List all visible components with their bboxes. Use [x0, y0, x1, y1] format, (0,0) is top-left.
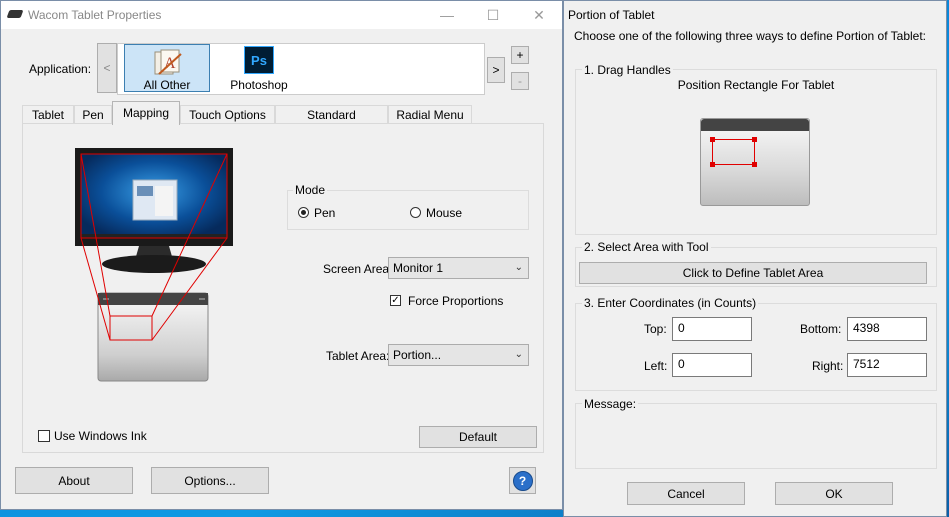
portion-of-tablet-dialog: Portion of Tablet Choose one of the foll… [563, 0, 947, 517]
drag-handle[interactable] [710, 162, 715, 167]
pen-radio-button[interactable] [298, 207, 309, 218]
force-proportions-checkbox[interactable]: ✓ [390, 295, 401, 306]
drag-handle[interactable] [710, 137, 715, 142]
left-input[interactable]: 0 [672, 353, 752, 377]
bottom-label: Bottom: [800, 322, 842, 336]
tab-pen[interactable]: Pen [74, 105, 112, 124]
photoshop-icon: Ps [244, 46, 274, 74]
cancel-button[interactable]: Cancel [627, 482, 745, 505]
tablet-area-value: Portion... [393, 348, 442, 362]
maximize-button[interactable]: ☐ [479, 6, 507, 24]
chevron-down-icon: ⌄ [514, 349, 523, 360]
screen-area-value: Monitor 1 [393, 261, 444, 275]
force-proportions-label: Force Proportions [408, 294, 504, 308]
app-photoshop[interactable]: Ps Photoshop [216, 44, 302, 92]
mode-pen-radio[interactable]: Pen [298, 206, 378, 220]
title-bar[interactable]: Wacom Tablet Properties — ☐ ✕ [1, 1, 562, 29]
tablet-preview [700, 118, 810, 206]
tab-mapping[interactable]: Mapping [112, 101, 180, 125]
scroll-apps-right-button[interactable]: > [487, 57, 505, 83]
screen-area-label: Screen Area: [323, 262, 393, 276]
define-tablet-area-button[interactable]: Click to Define Tablet Area [579, 262, 927, 284]
right-label: Right: [812, 359, 844, 373]
tablet-preview-top-bar [701, 119, 809, 131]
dialog-title: Portion of Tablet [568, 8, 655, 22]
options-button[interactable]: Options... [151, 467, 269, 494]
tablet-area-label: Tablet Area: [326, 349, 390, 363]
drag-handles-label: 1. Drag Handles [582, 63, 673, 77]
all-other-apps-icon: A [153, 48, 183, 76]
mode-mouse-radio[interactable]: Mouse [410, 206, 490, 220]
application-list: A All Other Ps Photoshop [117, 43, 485, 95]
tab-standard-gestures[interactable]: Standard Gestures [275, 105, 388, 140]
force-proportions-option[interactable]: ✓ Force Proportions [390, 294, 530, 308]
about-button[interactable]: About [15, 467, 133, 494]
drag-handles-caption: Position Rectangle For Tablet [677, 78, 835, 92]
screen-area-dropdown[interactable]: Monitor 1 ⌄ [388, 257, 529, 279]
app-all-other[interactable]: A All Other [124, 44, 210, 92]
mode-group-label: Mode [293, 183, 328, 197]
app-all-other-label: All Other [143, 78, 191, 92]
help-icon: ? [512, 470, 533, 491]
select-area-label: 2. Select Area with Tool [582, 240, 711, 254]
top-input[interactable]: 0 [672, 317, 752, 341]
tab-tablet[interactable]: Tablet [22, 105, 74, 124]
ok-button[interactable]: OK [775, 482, 893, 505]
portion-rectangle[interactable] [710, 137, 757, 167]
drag-handle[interactable] [752, 162, 757, 167]
window-title: Wacom Tablet Properties [28, 8, 162, 22]
scroll-apps-left-button[interactable]: < [97, 43, 117, 93]
right-input[interactable]: 7512 [847, 353, 927, 377]
mouse-radio-button[interactable] [410, 207, 421, 218]
message-group [575, 403, 937, 469]
help-button[interactable]: ? [509, 467, 536, 494]
top-label: Top: [644, 322, 667, 336]
left-label: Left: [644, 359, 668, 373]
use-windows-ink-label: Use Windows Ink [54, 429, 147, 443]
application-label: Application: [29, 62, 92, 76]
tablet-area-dropdown[interactable]: Portion... ⌄ [388, 344, 529, 366]
minimize-button[interactable]: — [433, 6, 461, 24]
tab-radial-menu[interactable]: Radial Menu [388, 105, 472, 124]
mouse-radio-label: Mouse [426, 206, 463, 220]
close-button[interactable]: ✕ [525, 6, 553, 24]
bottom-input[interactable]: 4398 [847, 317, 927, 341]
mapping-illustration [75, 148, 235, 384]
message-label: Message: [582, 397, 639, 411]
use-windows-ink-checkbox[interactable] [38, 430, 50, 442]
wacom-tablet-properties-window: Wacom Tablet Properties — ☐ ✕ Applicatio… [0, 0, 563, 510]
use-windows-ink-option[interactable]: Use Windows Ink [38, 429, 178, 443]
add-application-button[interactable]: + [511, 46, 529, 64]
pen-radio-label: Pen [314, 206, 336, 220]
default-button[interactable]: Default [419, 426, 537, 448]
drag-handle[interactable] [752, 137, 757, 142]
chevron-down-icon: ⌄ [514, 262, 523, 273]
dialog-instruction: Choose one of the following three ways t… [574, 29, 927, 43]
remove-application-button[interactable]: - [511, 72, 529, 90]
app-photoshop-label: Photoshop [230, 78, 288, 92]
coordinates-label: 3. Enter Coordinates (in Counts) [582, 296, 759, 310]
pen-tablet-app-icon [6, 10, 24, 18]
tab-touch-options[interactable]: Touch Options [180, 105, 275, 124]
